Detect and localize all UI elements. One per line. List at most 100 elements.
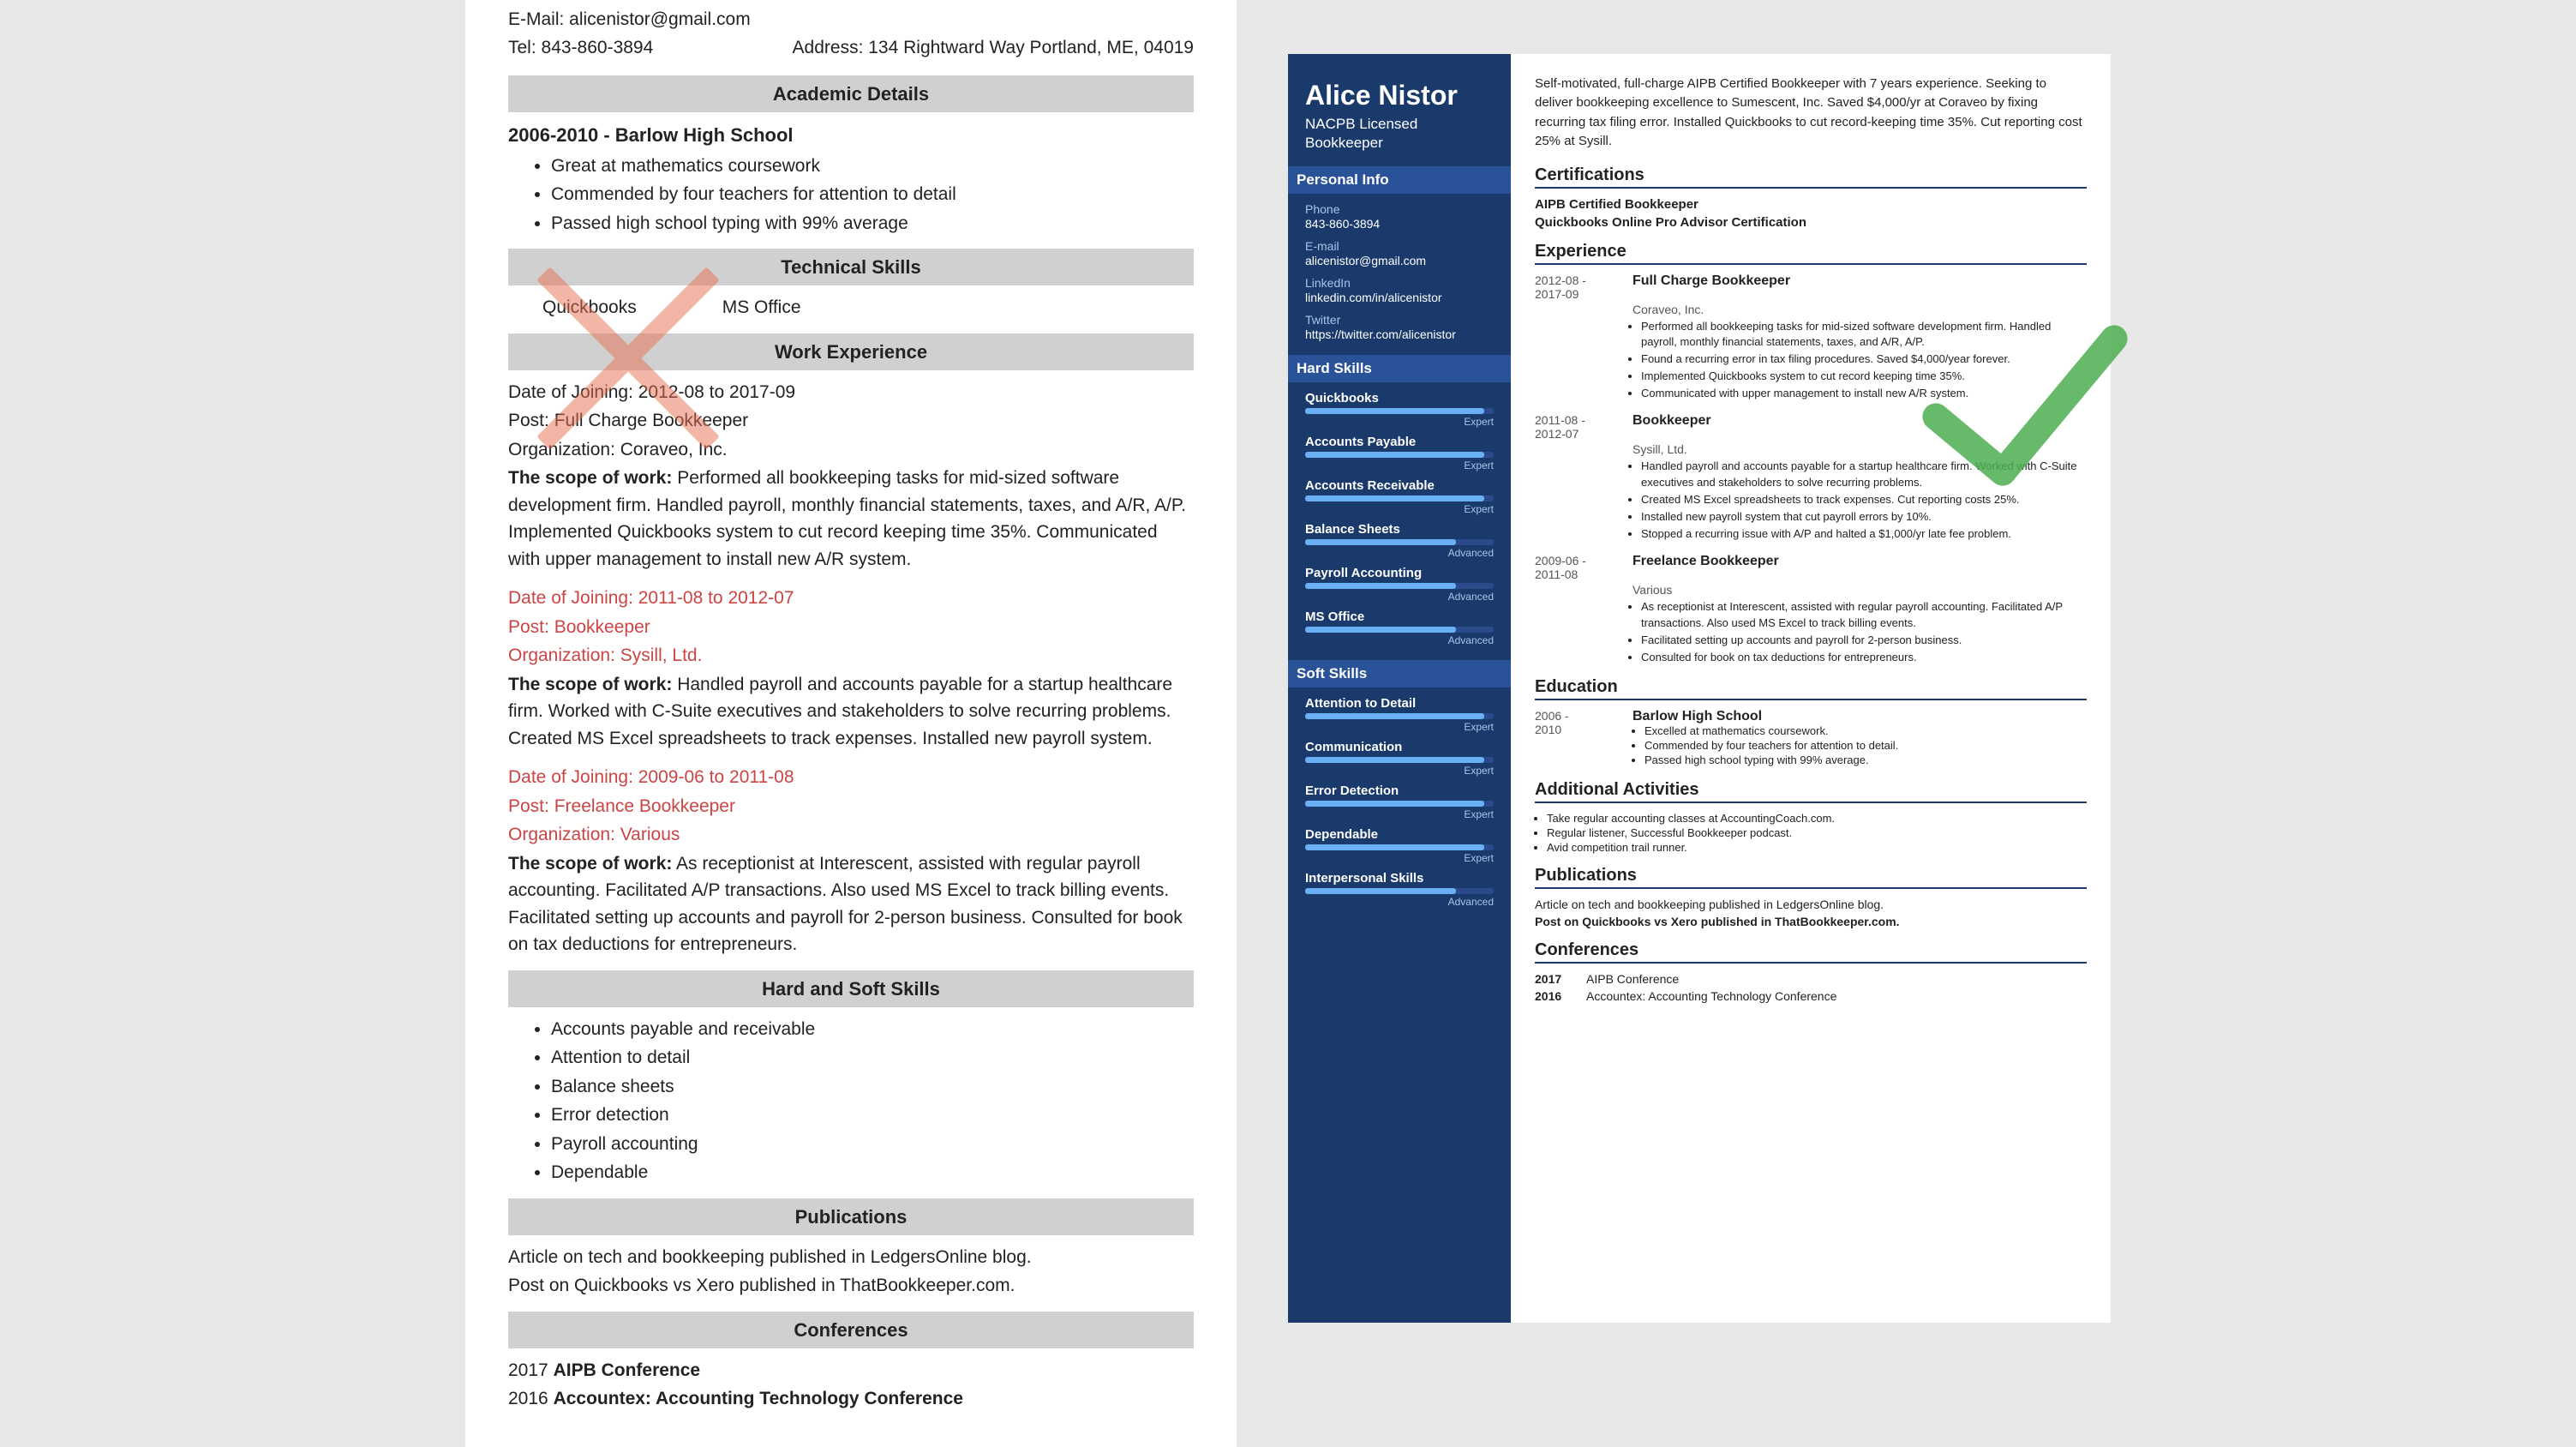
soft-skill-bar-bg-4 — [1305, 888, 1494, 894]
academic-school: 2006-2010 - Barlow High School — [508, 121, 1194, 149]
hard-skills-title: Hard Skills — [1288, 355, 1511, 382]
hard-skill-bar-fill-1 — [1305, 452, 1484, 458]
education-container: 2006 -2010 Barlow High School Excelled a… — [1535, 709, 2087, 768]
edu-bullet-0-0: Excelled at mathematics coursework. — [1644, 724, 1898, 737]
right-main-content: Self-motivated, full-charge AIPB Certifi… — [1511, 54, 2111, 1323]
exp-entry-1: 2011-08 -2012-07 Bookkeeper Sysill, Ltd.… — [1535, 413, 2087, 542]
soft-skill-name-1: Communication — [1305, 740, 1494, 754]
phone-value: 843-860-3894 — [1305, 217, 1494, 231]
activity-2: Avid competition trail runner. — [1547, 841, 2087, 854]
exp-entry-0: 2012-08 -2017-09 Full Charge Bookkeeper … — [1535, 273, 2087, 402]
right-name: Alice Nistor — [1305, 80, 1494, 111]
exp-company-2: Various — [1632, 583, 2087, 597]
soft-skills-container: Attention to Detail Expert Communication… — [1305, 696, 1494, 908]
right-conf-year-1: 2016 — [1535, 989, 1569, 1003]
activity-0: Take regular accounting classes at Accou… — [1547, 812, 2087, 825]
soft-skills-list: Accounts payable and receivable Attentio… — [551, 1016, 1194, 1186]
soft-skill-5: Dependable — [551, 1159, 1194, 1186]
twitter-label: Twitter — [1305, 313, 1494, 327]
exp-bullet-2-2: Consulted for book on tax deductions for… — [1641, 650, 2087, 665]
experiences-container: 2012-08 -2017-09 Full Charge Bookkeeper … — [1535, 273, 2087, 666]
hard-skill-bar-bg-0 — [1305, 408, 1494, 414]
hard-skill-level-2: Expert — [1305, 503, 1494, 515]
exp-bullet-0-2: Implemented Quickbooks system to cut rec… — [1641, 369, 2087, 384]
work-org-1: Organization: Sysill, Ltd. — [508, 642, 1194, 669]
academic-bullet-2: Passed high school typing with 99% avera… — [551, 210, 1194, 237]
hard-skill-bar-bg-5 — [1305, 627, 1494, 633]
exp-bullet-1-3: Stopped a recurring issue with A/P and h… — [1641, 526, 2087, 542]
exp-bullet-1-1: Created MS Excel spreadsheets to track e… — [1641, 492, 2087, 507]
soft-skill-name-0: Attention to Detail — [1305, 696, 1494, 711]
soft-skill-2: Balance sheets — [551, 1073, 1194, 1101]
hard-skill-name-0: Quickbooks — [1305, 391, 1494, 405]
hard-skill-bar-fill-3 — [1305, 539, 1456, 545]
work-org-2: Organization: Various — [508, 821, 1194, 849]
work-org-0: Organization: Coraveo, Inc. — [508, 436, 1194, 464]
soft-skill-bar-fill-0 — [1305, 713, 1484, 719]
activities-title: Additional Activities — [1535, 780, 2087, 803]
exp-bullet-0-1: Found a recurring error in tax filing pr… — [1641, 351, 2087, 367]
hard-skill-bar-bg-3 — [1305, 539, 1494, 545]
soft-skill-level-0: Expert — [1305, 721, 1494, 733]
skill-quickbooks: Quickbooks — [542, 294, 637, 321]
soft-skill-bar-fill-2 — [1305, 801, 1484, 807]
activities-container: Take regular accounting classes at Accou… — [1547, 812, 2087, 854]
soft-skill-level-1: Expert — [1305, 765, 1494, 777]
exp-bullet-0-3: Communicated with upper management to in… — [1641, 386, 2087, 401]
soft-skill-level-2: Expert — [1305, 808, 1494, 820]
left-address: Address: 134 Rightward Way Portland, ME,… — [793, 34, 1194, 62]
work-entry-0: Date of Joining: 2012-08 to 2017-09 Post… — [508, 379, 1194, 573]
conf-0: 2017 AIPB Conference — [508, 1357, 1194, 1384]
exp-company-1: Sysill, Ltd. — [1632, 442, 2087, 456]
work-joining-1: Date of Joining: 2011-08 to 2012-07 — [508, 585, 1194, 612]
right-sidebar: Alice Nistor NACPB Licensed Bookkeeper P… — [1288, 54, 1511, 1323]
soft-skill-name-4: Interpersonal Skills — [1305, 871, 1494, 886]
left-resume: Alice Nistor E-Mail: alicenistor@gmail.c… — [465, 0, 1237, 1447]
academic-bullets: Great at mathematics coursework Commende… — [551, 153, 1194, 237]
right-conf-entry-0: 2017 AIPB Conference — [1535, 972, 2087, 986]
conferences-title: Conferences — [1535, 940, 2087, 964]
soft-skill-4: Payroll accounting — [551, 1131, 1194, 1158]
soft-skill-0: Accounts payable and receivable — [551, 1016, 1194, 1043]
technical-skills: Quickbooks MS Office — [542, 294, 1194, 321]
exp-dates-2: 2009-06 -2011-08 — [1535, 554, 1620, 581]
exp-dates-0: 2012-08 -2017-09 — [1535, 273, 1620, 301]
hard-skill-level-4: Advanced — [1305, 591, 1494, 603]
conferences-section-header: Conferences — [508, 1312, 1194, 1348]
scope-label-0: The scope of work: — [508, 468, 672, 488]
work-scope-2: The scope of work: As receptionist at In… — [508, 850, 1194, 958]
right-conf-entry-1: 2016 Accountex: Accounting Technology Co… — [1535, 989, 2087, 1003]
soft-skill-name-2: Error Detection — [1305, 784, 1494, 798]
right-resume: Alice Nistor NACPB Licensed Bookkeeper P… — [1288, 54, 2111, 1323]
exp-header-1: 2011-08 -2012-07 Bookkeeper — [1535, 413, 2087, 441]
exp-title-2: Freelance Bookkeeper — [1632, 554, 1779, 581]
exp-company-0: Coraveo, Inc. — [1632, 303, 2087, 316]
hard-skill-level-5: Advanced — [1305, 634, 1494, 646]
work-post-2: Post: Freelance Bookkeeper — [508, 793, 1194, 820]
academic-bullet-0: Great at mathematics coursework — [551, 153, 1194, 180]
left-name: Alice Nistor — [508, 0, 1194, 3]
scope-label-2: The scope of work: — [508, 854, 672, 874]
soft-skill-bar-fill-1 — [1305, 757, 1484, 763]
hard-skill-bar-fill-0 — [1305, 408, 1484, 414]
exp-bullet-0-0: Performed all bookkeeping tasks for mid-… — [1641, 319, 2087, 350]
summary-text: Self-motivated, full-charge AIPB Certifi… — [1535, 75, 2087, 152]
hard-skill-bar-bg-4 — [1305, 583, 1494, 589]
edu-content-0: Barlow High School Excelled at mathemati… — [1632, 709, 1898, 768]
hard-skill-name-4: Payroll Accounting — [1305, 566, 1494, 580]
edu-bullet-0-2: Passed high school typing with 99% avera… — [1644, 754, 1898, 766]
soft-skill-level-3: Expert — [1305, 852, 1494, 864]
publications-title: Publications — [1535, 866, 2087, 889]
hard-skill-name-2: Accounts Receivable — [1305, 478, 1494, 493]
skill-msoffice: MS Office — [722, 294, 801, 321]
right-conf-name-1: Accountex: Accounting Technology Confere… — [1586, 989, 1836, 1003]
edu-entry-0: 2006 -2010 Barlow High School Excelled a… — [1535, 709, 2087, 768]
email-value: alicenistor@gmail.com — [1305, 254, 1494, 267]
right-pub-0: Article on tech and bookkeeping publishe… — [1535, 898, 2087, 911]
experience-title: Experience — [1535, 242, 2087, 265]
conf-name-0: AIPB Conference — [554, 1360, 701, 1380]
hard-skill-bar-bg-1 — [1305, 452, 1494, 458]
exp-title-1: Bookkeeper — [1632, 413, 1711, 441]
left-tel: Tel: 843-860-3894 — [508, 34, 653, 62]
twitter-value: https://twitter.com/alicenistor — [1305, 327, 1494, 341]
